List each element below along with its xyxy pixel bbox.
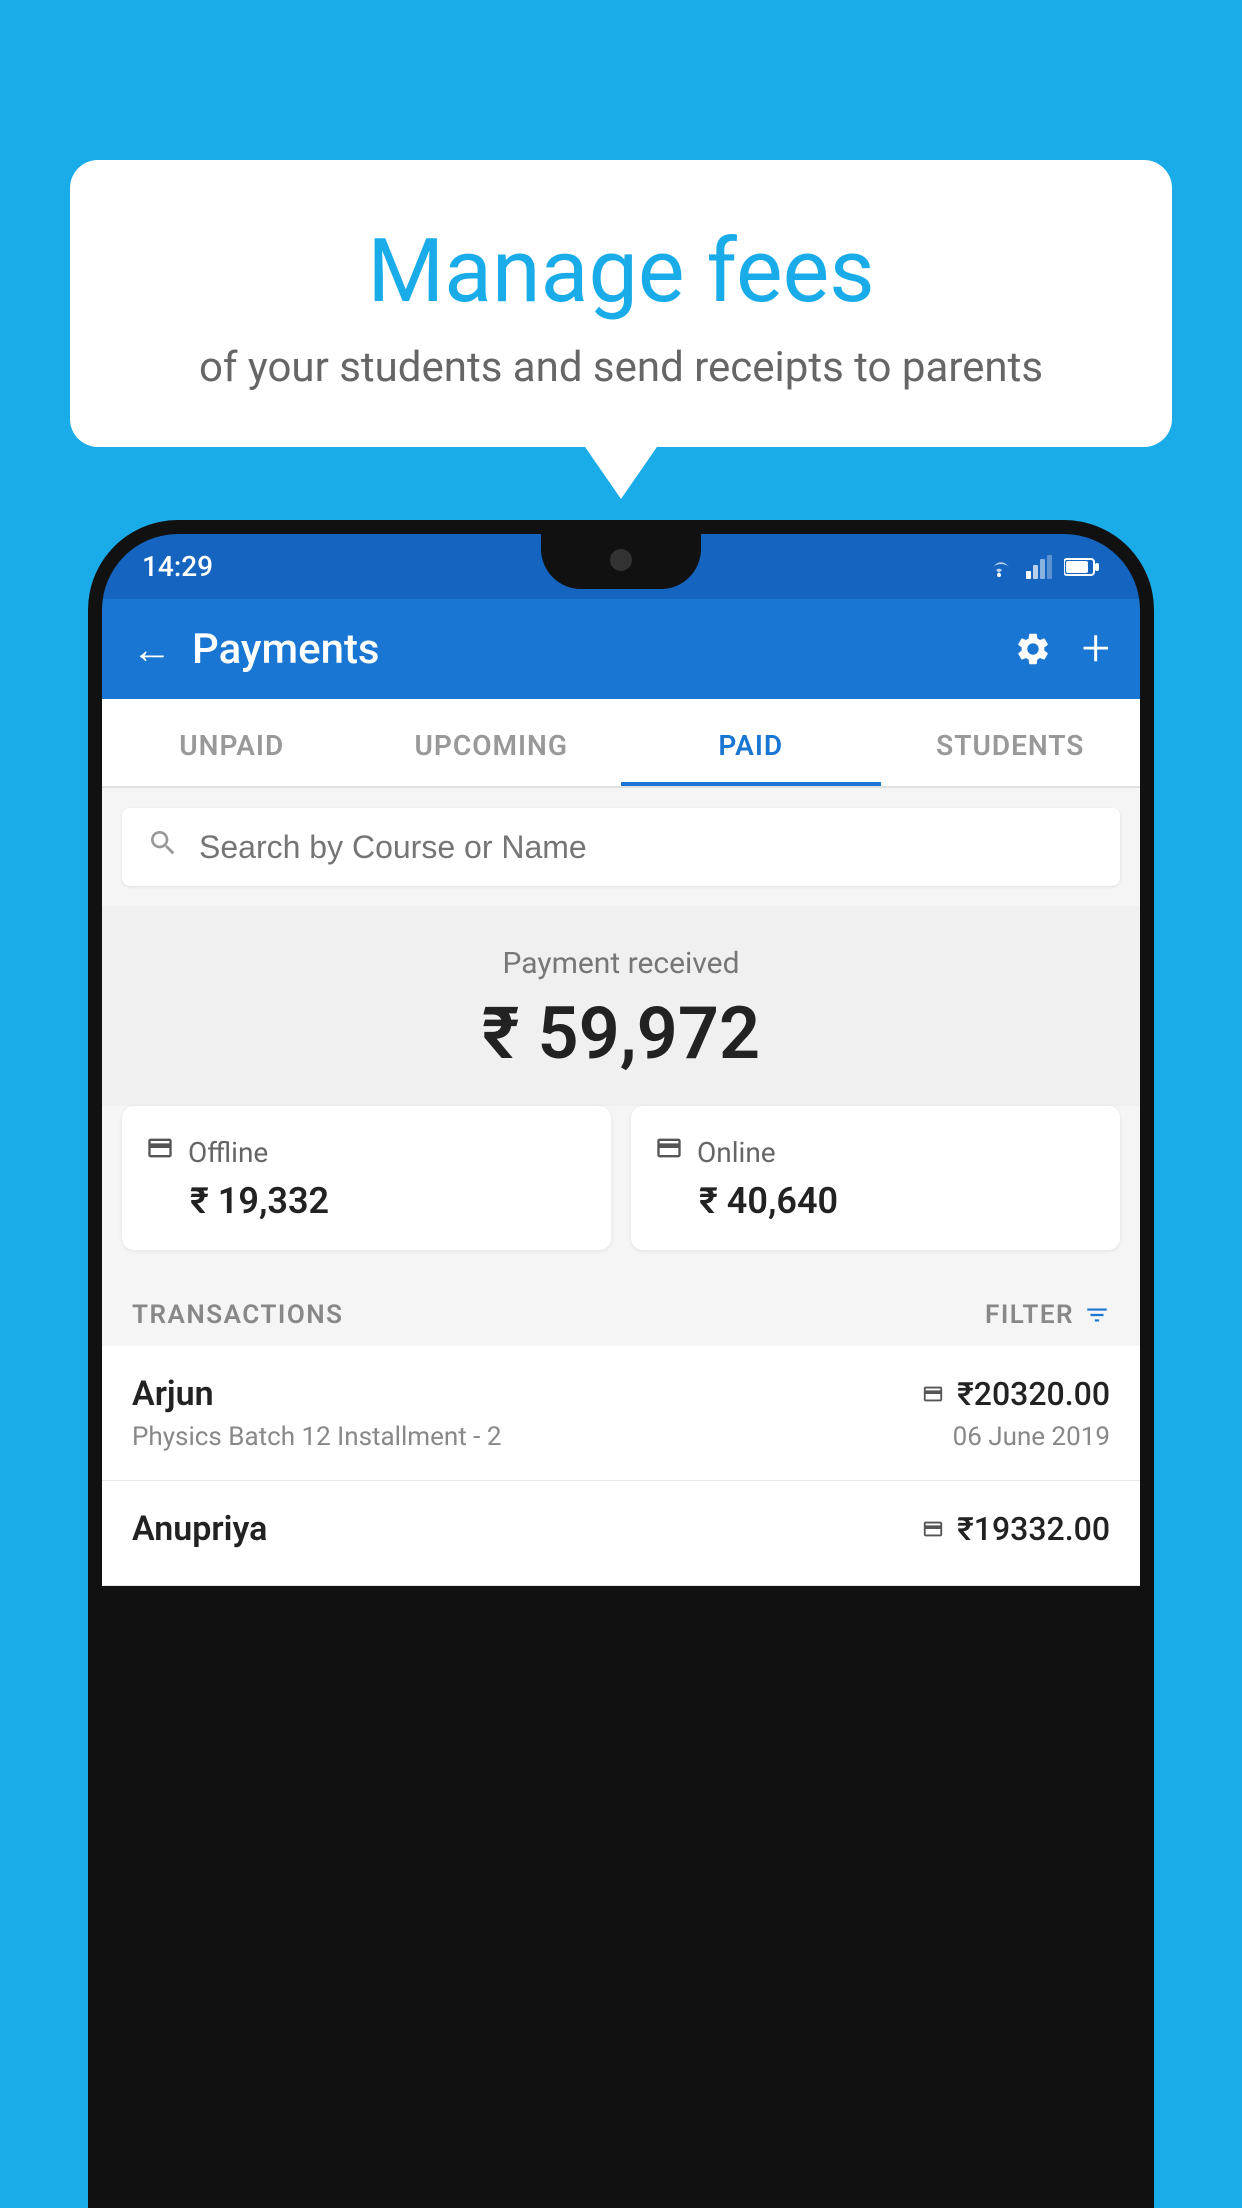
wifi-icon — [984, 555, 1014, 579]
offline-label: Offline — [188, 1136, 268, 1169]
payment-summary: Payment received ₹ 59,972 — [102, 906, 1140, 1106]
camera — [610, 549, 632, 571]
settings-icon[interactable] — [1014, 630, 1052, 668]
search-input[interactable] — [199, 829, 1095, 866]
payment-type-icon — [919, 1518, 947, 1540]
status-icons — [984, 555, 1100, 579]
tab-unpaid[interactable]: UNPAID — [102, 699, 362, 786]
online-label: Online — [697, 1136, 776, 1169]
payment-total-amount: ₹ 59,972 — [122, 991, 1120, 1076]
status-bar: 14:29 — [102, 534, 1140, 599]
offline-icon — [146, 1134, 174, 1170]
tabs-bar: UNPAID UPCOMING PAID STUDENTS — [102, 699, 1140, 788]
speech-bubble-title: Manage fees — [120, 220, 1122, 323]
transaction-name: Anupriya — [132, 1509, 267, 1549]
filter-label: FILTER — [985, 1300, 1074, 1330]
status-time: 14:29 — [142, 550, 213, 583]
speech-bubble: Manage fees of your students and send re… — [70, 160, 1172, 447]
transaction-amount: ₹20320.00 — [919, 1375, 1110, 1413]
online-card: Online ₹ 40,640 — [631, 1106, 1120, 1250]
payment-cards: Offline ₹ 19,332 Online ₹ 40,640 — [102, 1106, 1140, 1280]
transaction-row[interactable]: Anupriya ₹19332.00 — [102, 1481, 1140, 1586]
signal-icon — [1026, 555, 1052, 579]
payment-type-icon — [919, 1383, 947, 1405]
tab-paid[interactable]: PAID — [621, 699, 881, 786]
notch — [541, 534, 701, 589]
offline-amount: ₹ 19,332 — [146, 1180, 587, 1222]
speech-bubble-subtitle: of your students and send receipts to pa… — [120, 343, 1122, 392]
app-bar: ← Payments + — [102, 599, 1140, 699]
filter-icon — [1084, 1302, 1110, 1328]
battery-icon — [1064, 557, 1100, 577]
app-bar-title: Payments — [192, 625, 1014, 674]
transaction-row[interactable]: Arjun ₹20320.00 Physics Batch 12 Install… — [102, 1346, 1140, 1481]
payment-received-label: Payment received — [122, 946, 1120, 981]
transaction-date: 06 June 2019 — [953, 1422, 1110, 1452]
add-button[interactable]: + — [1082, 620, 1110, 678]
tab-upcoming[interactable]: UPCOMING — [362, 699, 622, 786]
online-icon — [655, 1134, 683, 1170]
filter-button[interactable]: FILTER — [985, 1300, 1110, 1330]
transactions-header: TRANSACTIONS FILTER — [102, 1280, 1140, 1346]
transactions-label: TRANSACTIONS — [132, 1300, 344, 1330]
screen-content: Payment received ₹ 59,972 Offline ₹ 19,3… — [102, 788, 1140, 1586]
online-amount: ₹ 40,640 — [655, 1180, 1096, 1222]
search-bar[interactable] — [122, 808, 1120, 886]
transaction-course: Physics Batch 12 Installment - 2 — [132, 1422, 501, 1452]
phone-frame: 14:29 — [88, 520, 1154, 2208]
app-bar-actions: + — [1014, 620, 1110, 678]
offline-card: Offline ₹ 19,332 — [122, 1106, 611, 1250]
back-button[interactable]: ← — [132, 626, 172, 673]
phone-screen: 14:29 — [102, 534, 1140, 2208]
search-icon — [147, 826, 179, 868]
transaction-amount: ₹19332.00 — [919, 1510, 1110, 1548]
transaction-name: Arjun — [132, 1374, 214, 1414]
tab-students[interactable]: STUDENTS — [881, 699, 1141, 786]
